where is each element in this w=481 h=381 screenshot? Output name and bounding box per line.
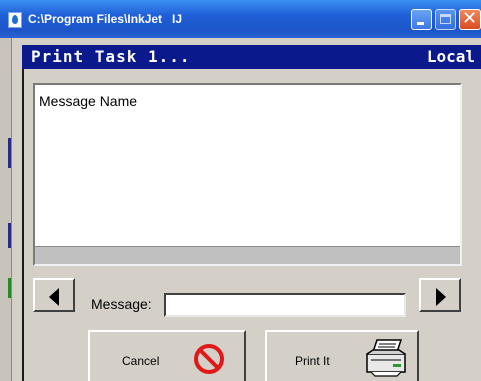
message-name-header: Message Name xyxy=(39,93,138,109)
message-list[interactable]: Message Name xyxy=(33,83,462,266)
message-input[interactable] xyxy=(164,293,406,317)
task-header: Print Task 1... Local xyxy=(22,45,481,69)
no-entry-icon xyxy=(194,344,224,374)
window-title: C:\Program Files\InkJet IJ xyxy=(28,12,183,26)
cancel-button[interactable]: Cancel xyxy=(88,330,246,381)
edge-mark xyxy=(8,138,11,168)
print-button-label: Print It xyxy=(295,354,330,368)
close-button[interactable]: ✕ xyxy=(459,8,481,30)
main-window: C:\Program Files\InkJet IJ ✕ Print Task … xyxy=(0,0,481,381)
list-scrollbar[interactable] xyxy=(35,246,460,264)
message-label: Message: xyxy=(91,296,152,312)
print-button[interactable]: Print It xyxy=(265,330,419,381)
edge-mark xyxy=(8,223,11,248)
cancel-button-label: Cancel xyxy=(122,354,160,368)
close-icon: ✕ xyxy=(462,8,478,29)
title-bar[interactable]: C:\Program Files\InkJet IJ ✕ xyxy=(0,0,481,38)
task-location: Local xyxy=(426,47,475,66)
edge-mark xyxy=(8,278,11,298)
arrow-left-icon xyxy=(49,288,59,306)
minimize-button[interactable] xyxy=(411,9,432,30)
task-title: Print Task 1... xyxy=(31,47,191,66)
arrow-right-icon xyxy=(436,288,446,306)
printer-icon xyxy=(366,339,406,377)
next-button[interactable] xyxy=(419,278,461,312)
maximize-button[interactable] xyxy=(435,9,456,30)
background-window-edge xyxy=(0,38,12,381)
app-icon[interactable] xyxy=(8,12,22,28)
previous-button[interactable] xyxy=(33,278,75,312)
